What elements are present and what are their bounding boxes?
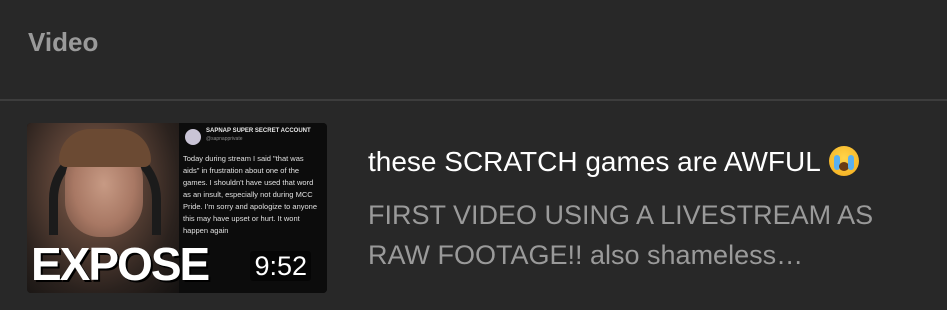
- video-thumbnail[interactable]: SAPNAP SUPER SECRET ACCOUNT @sapnappriva…: [27, 123, 327, 293]
- description-line-2: RAW FOOTAGE!! also shameless…: [368, 240, 804, 270]
- thumbnail-overlay-text: EXPOSE: [31, 238, 210, 290]
- emoji-mouth: [838, 162, 849, 171]
- section-header: Video: [0, 0, 947, 101]
- video-title[interactable]: these SCRATCH games are AWFUL: [368, 144, 859, 180]
- tweet-handle: @sapnapprivate: [206, 136, 243, 142]
- duration-badge: 9:52: [250, 251, 311, 281]
- description-line-1: FIRST VIDEO USING A LIVESTREAM AS: [368, 200, 874, 230]
- video-title-text[interactable]: these SCRATCH games are AWFUL: [368, 146, 821, 177]
- tweet-name: SAPNAP SUPER SECRET ACCOUNT: [206, 128, 311, 134]
- video-result[interactable]: SAPNAP SUPER SECRET ACCOUNT @sapnappriva…: [0, 101, 947, 310]
- loudly-crying-face-icon: [828, 146, 859, 176]
- tweet-text: Today during stream I said "that was aid…: [183, 154, 318, 235]
- hair-shape: [59, 129, 151, 167]
- video-description: FIRST VIDEO USING A LIVESTREAM AS RAW FO…: [368, 195, 928, 275]
- section-title: Video: [28, 27, 99, 57]
- tweet-avatar: [185, 129, 201, 145]
